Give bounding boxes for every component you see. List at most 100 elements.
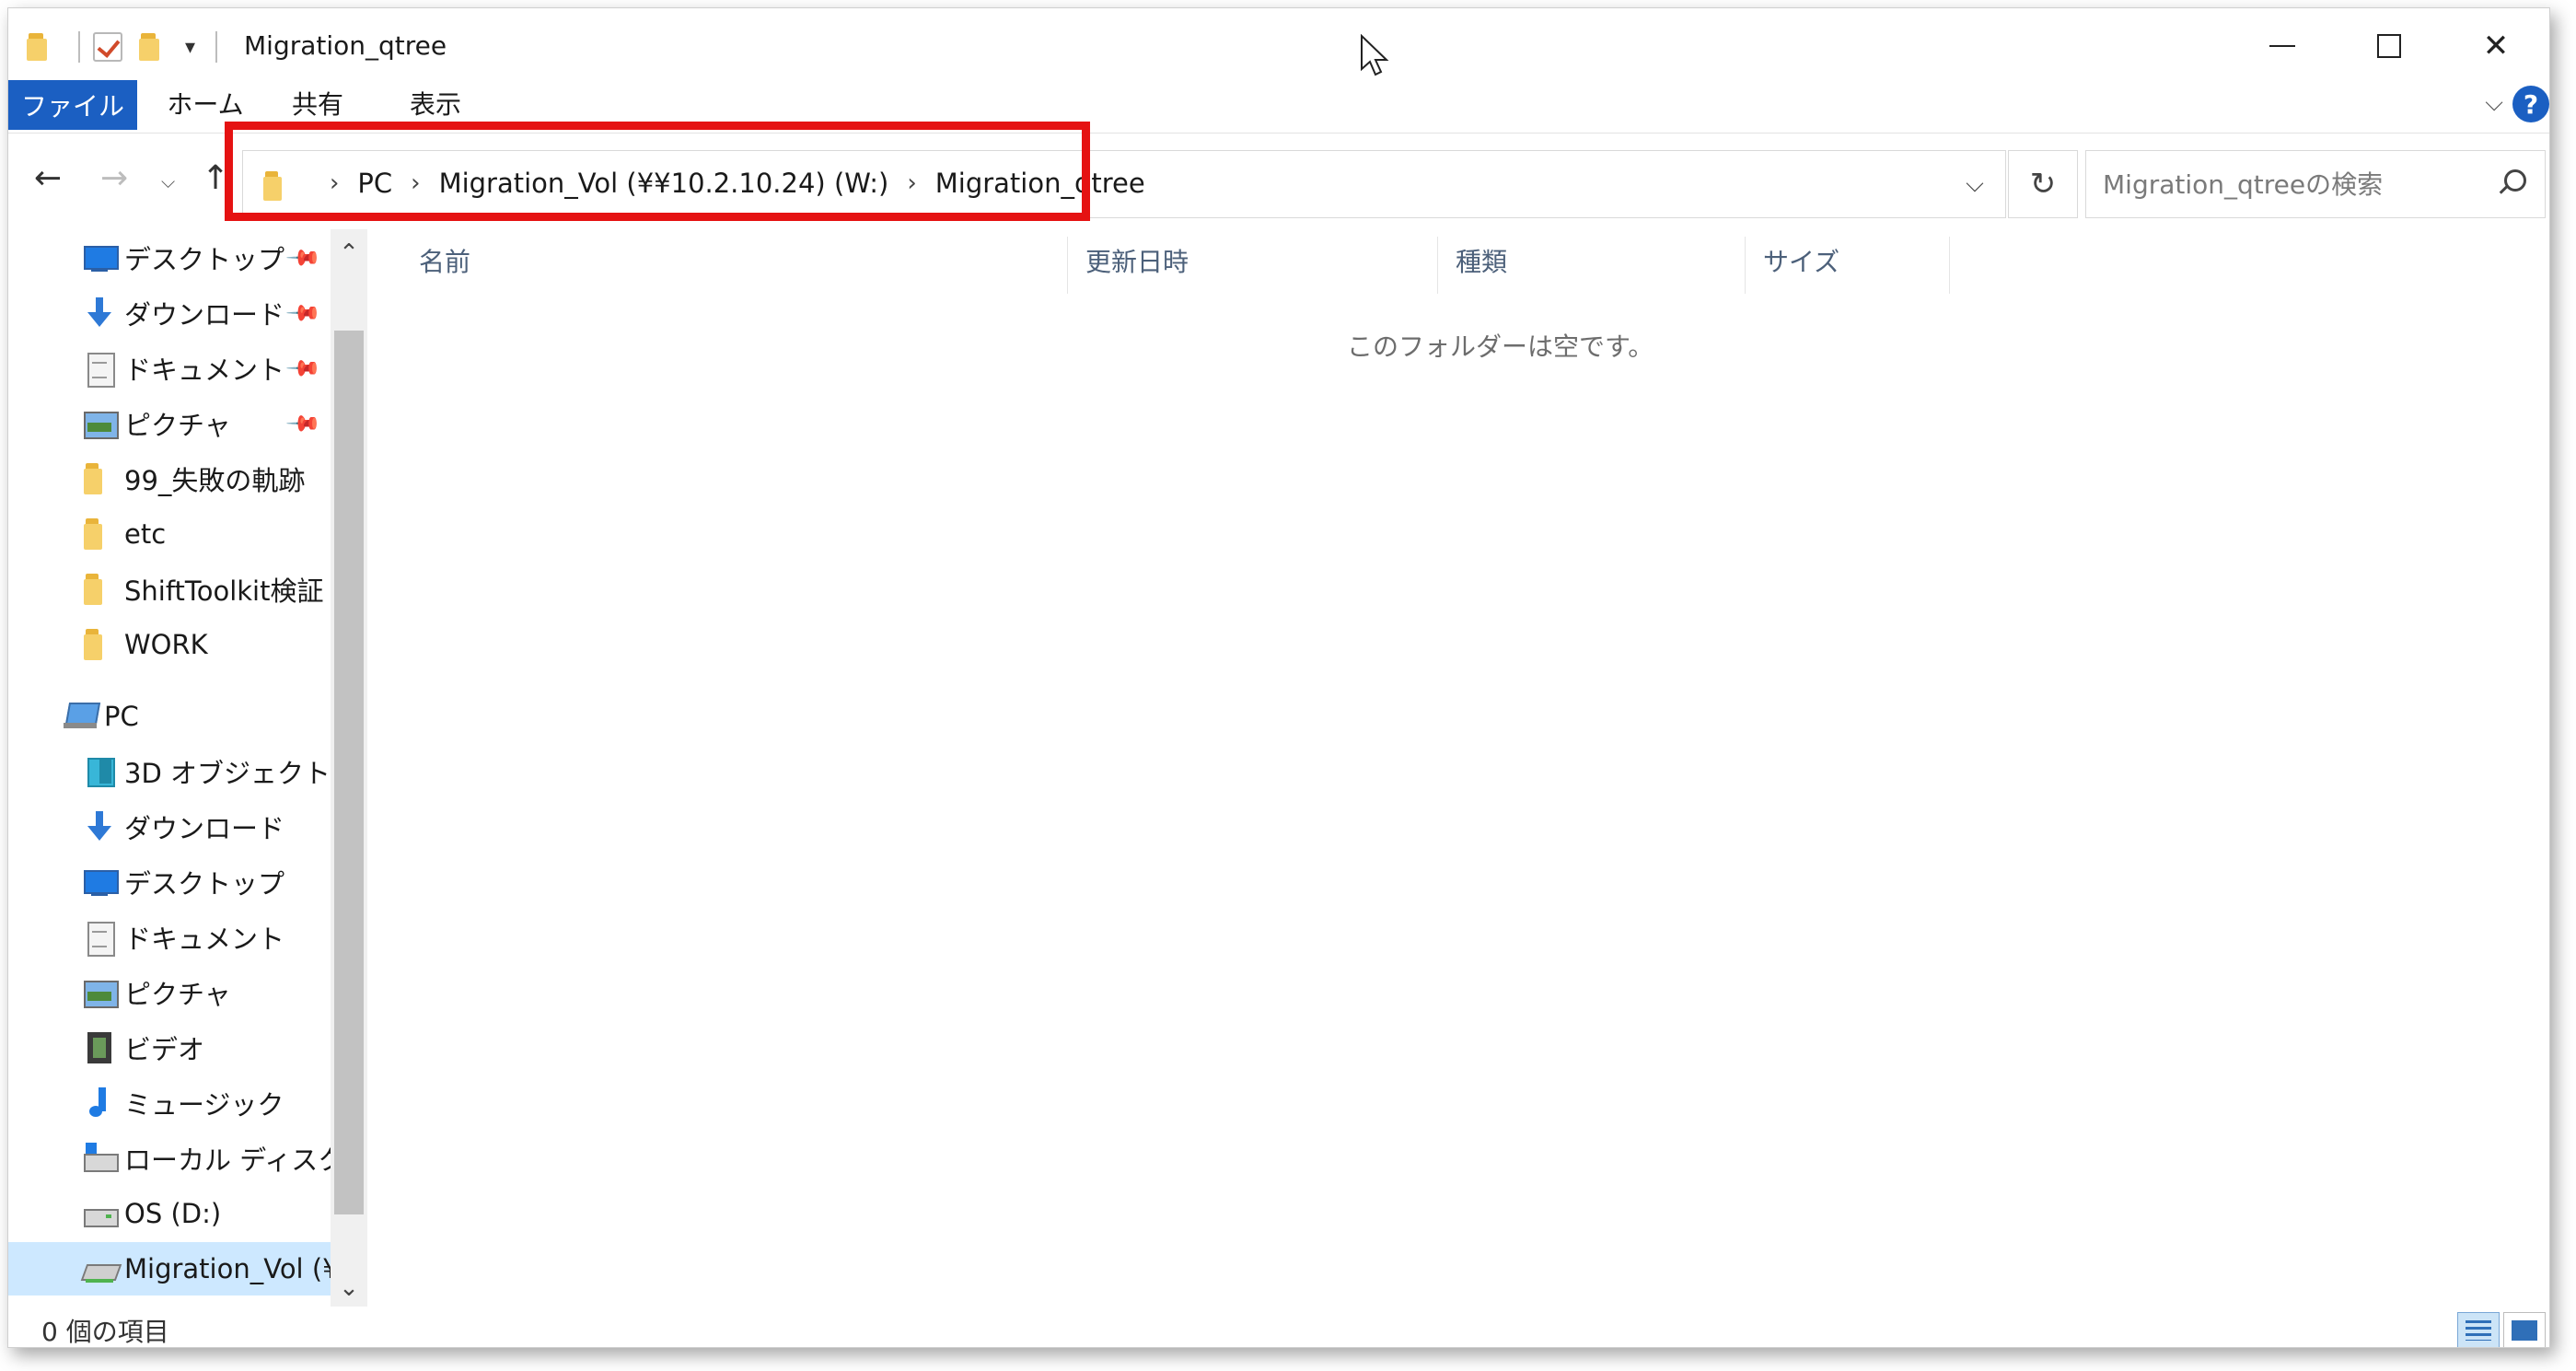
column-divider[interactable]	[1949, 237, 1950, 294]
pin-icon[interactable]: 📌	[284, 239, 322, 277]
sidebar-item-label: ローカル ディスク (C	[124, 1144, 331, 1176]
breadcrumb-item-pc[interactable]: PC	[357, 168, 392, 199]
sidebar-item-label: PC	[104, 701, 139, 732]
sidebar-item-documents[interactable]: ドキュメント 📌	[8, 342, 331, 395]
close-button[interactable]: ✕	[2443, 8, 2549, 84]
sidebar-item-label: etc	[124, 518, 167, 550]
ribbon: ファイル ホーム 共有 表示 ⌵ ?	[8, 76, 2549, 134]
window-title: Migration_qtree	[244, 30, 447, 61]
tab-file[interactable]: ファイル	[8, 80, 137, 130]
expand-ribbon-chevron-icon[interactable]: ⌵	[2485, 89, 2503, 118]
folder-icon	[82, 572, 117, 607]
breadcrumb-item-volume[interactable]: Migration_Vol (¥¥10.2.10.24) (W:)	[439, 168, 889, 199]
pin-icon[interactable]: 📌	[284, 295, 322, 332]
column-divider[interactable]	[1067, 237, 1068, 294]
sidebar-item-label: 3D オブジェクト	[124, 758, 331, 789]
recent-locations-chevron-icon[interactable]: ⌵	[161, 170, 175, 192]
file-list-pane[interactable]: 名前 更新日時 種類 サイズ このフォルダーは空です。	[369, 229, 2549, 1307]
sidebar-item-folder[interactable]: WORK	[8, 618, 331, 671]
address-bar[interactable]: › PC › Migration_Vol (¥¥10.2.10.24) (W:)…	[242, 150, 2006, 218]
breadcrumb-chevron-icon[interactable]: ›	[330, 169, 339, 197]
folder-icon	[82, 627, 117, 662]
tab-view[interactable]: 表示	[399, 76, 472, 130]
scrollbar-thumb[interactable]	[334, 331, 364, 1214]
search-input[interactable]	[2103, 164, 2480, 204]
column-header-size[interactable]: サイズ	[1763, 237, 1839, 285]
pin-icon[interactable]: 📌	[284, 350, 322, 388]
properties-icon[interactable]	[93, 32, 122, 62]
tab-home[interactable]: ホーム	[159, 76, 251, 130]
item-count: 0 個の項目	[41, 1317, 169, 1347]
sidebar-item-music[interactable]: ミュージック	[8, 1076, 331, 1130]
sidebar-item-label: ドキュメント	[124, 924, 285, 955]
back-arrow-icon[interactable]: ←	[34, 159, 62, 197]
sidebar-item-label: デスクトップ	[124, 868, 285, 900]
breadcrumb-item-qtree[interactable]: Migration_qtree	[935, 168, 1145, 199]
sidebar-item-label: ビデオ	[124, 1034, 205, 1065]
column-header-date-modified[interactable]: 更新日時	[1085, 237, 1189, 285]
address-history-chevron-icon[interactable]: ⌵	[1944, 151, 2005, 217]
folder-icon	[263, 171, 285, 201]
folder-icon	[82, 517, 117, 552]
desktop-icon	[82, 240, 119, 275]
large-icons-view-button[interactable]	[2503, 1312, 2546, 1347]
forward-arrow-icon[interactable]: →	[100, 159, 128, 197]
scroll-up-chevron-icon[interactable]: ⌃	[331, 235, 367, 272]
sidebar-item-label: ピクチャ	[124, 979, 231, 1010]
breadcrumb-chevron-icon[interactable]: ›	[907, 169, 916, 197]
document-icon	[82, 920, 117, 957]
sidebar-item-folder[interactable]: 99_失敗の軌跡	[8, 452, 331, 505]
picture-icon	[82, 406, 119, 441]
sidebar-item-folder[interactable]: etc	[8, 507, 331, 561]
pin-icon[interactable]: 📌	[284, 405, 322, 443]
sidebar-item-migration-vol[interactable]: Migration_Vol (¥¥	[8, 1242, 331, 1295]
sidebar-item-label: ドキュメント	[124, 354, 285, 386]
new-folder-icon[interactable]	[139, 33, 165, 61]
document-icon	[82, 351, 117, 388]
navigation-scrollbar[interactable]: ⌃ ⌄	[331, 229, 367, 1307]
download-icon	[82, 809, 117, 844]
sidebar-item-desktop[interactable]: デスクトップ	[8, 855, 331, 909]
download-icon	[82, 296, 117, 331]
refresh-icon[interactable]: ↻	[2008, 150, 2078, 218]
customize-toolbar-chevron-icon[interactable]: ▾	[185, 36, 195, 59]
sidebar-item-3d-objects[interactable]: 3D オブジェクト	[8, 745, 331, 798]
close-icon: ✕	[2482, 28, 2510, 64]
breadcrumb: › PC › Migration_Vol (¥¥10.2.10.24) (W:)…	[311, 168, 1145, 199]
sidebar-item-folder[interactable]: ShiftToolkit検証	[8, 563, 331, 616]
sidebar-item-pictures[interactable]: ピクチャ	[8, 966, 331, 1019]
sidebar-item-label: Migration_Vol (¥¥	[124, 1253, 331, 1284]
music-icon	[82, 1086, 117, 1121]
sidebar-item-local-disk[interactable]: ローカル ディスク (C	[8, 1132, 331, 1185]
tab-share[interactable]: 共有	[281, 76, 354, 130]
column-header-type[interactable]: 種類	[1456, 237, 1507, 285]
status-bar: 0 個の項目	[8, 1308, 2549, 1347]
sidebar-item-downloads[interactable]: ダウンロード	[8, 800, 331, 854]
sidebar-item-pc[interactable]: PC	[8, 690, 331, 743]
column-divider[interactable]	[1745, 237, 1746, 294]
sidebar-item-os-drive[interactable]: OS (D:)	[8, 1187, 331, 1240]
maximize-button[interactable]	[2336, 8, 2443, 84]
sidebar-item-pictures[interactable]: ピクチャ 📌	[8, 397, 331, 450]
help-icon[interactable]: ?	[2512, 86, 2549, 122]
column-header-name[interactable]: 名前	[419, 237, 470, 285]
sidebar-item-label: ミュージック	[124, 1089, 284, 1121]
3d-objects-icon	[82, 754, 117, 789]
up-arrow-icon[interactable]: ↑	[202, 159, 229, 197]
breadcrumb-chevron-icon[interactable]: ›	[411, 169, 420, 197]
search-box[interactable]	[2085, 150, 2546, 218]
sidebar-item-videos[interactable]: ビデオ	[8, 1021, 331, 1075]
scroll-down-chevron-icon[interactable]: ⌄	[331, 1270, 367, 1307]
sidebar-item-desktop[interactable]: デスクトップ 📌	[8, 231, 331, 285]
column-divider[interactable]	[1437, 237, 1438, 294]
folder-icon	[82, 461, 117, 496]
details-view-button[interactable]	[2457, 1312, 2500, 1347]
sidebar-item-label: ダウンロード	[124, 299, 285, 331]
minimize-button[interactable]	[2229, 8, 2336, 84]
search-icon[interactable]	[2495, 168, 2528, 201]
sidebar-item-documents[interactable]: ドキュメント	[8, 911, 331, 964]
sidebar-item-downloads[interactable]: ダウンロード 📌	[8, 286, 331, 340]
pc-icon	[64, 699, 99, 734]
sidebar-item-label: WORK	[124, 629, 208, 660]
video-icon	[82, 1030, 117, 1065]
